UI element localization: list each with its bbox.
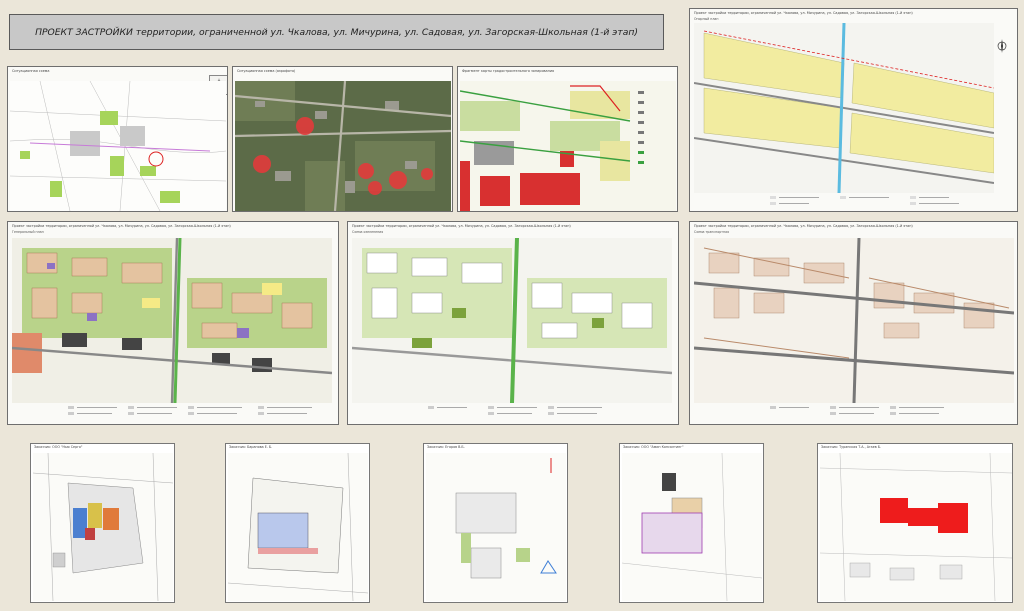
panel-basis: Проект застройки территории, ограниченно… bbox=[689, 8, 1018, 212]
panel-plan-roads: Проект застройки территории, ограниченно… bbox=[689, 221, 1018, 425]
panel-fragment: Фрагмент карты градостроительного зониро… bbox=[457, 66, 678, 212]
zoning-map bbox=[460, 81, 676, 211]
card-title: Заказчик: Туранская Т.А., Агаев Б. bbox=[821, 445, 882, 449]
greening-plan-map bbox=[352, 238, 672, 403]
card-title: Заказчик: Баранова Е. Б. bbox=[229, 445, 273, 449]
situational-map bbox=[10, 81, 226, 211]
site-plan-1 bbox=[33, 453, 173, 601]
compass-rose-icon bbox=[997, 39, 1007, 53]
site-plan-2 bbox=[228, 453, 368, 601]
panel-title: Проект застройки территории, ограниченно… bbox=[352, 224, 571, 228]
page-title: ПРОЕКТ ЗАСТРОЙКИ территории, ограниченно… bbox=[35, 26, 638, 38]
panel-situational: Ситуационная схема bbox=[7, 66, 228, 212]
panel-subtitle: Опорный план bbox=[694, 17, 719, 21]
panel-title: Проект застройки территории, ограниченно… bbox=[694, 224, 913, 228]
panel-plan-green: Проект застройки территории, ограниченно… bbox=[347, 221, 679, 425]
card-title: Заказчик: ООО "Амин Консалтинг" bbox=[623, 445, 684, 449]
plan-main-legend bbox=[68, 405, 328, 423]
card-5: Заказчик: Туранская Т.А., Агаев Б. bbox=[817, 443, 1013, 603]
basis-legend bbox=[770, 195, 990, 207]
panel-title: Проект застройки территории, ограниченно… bbox=[12, 224, 231, 228]
plan-green-legend bbox=[428, 405, 668, 423]
panel-subtitle: Схема транспортная bbox=[694, 230, 729, 234]
title-banner: ПРОЕКТ ЗАСТРОЙКИ территории, ограниченно… bbox=[9, 14, 664, 50]
card-1: Заказчик: ООО "Нью Серго" bbox=[30, 443, 175, 603]
card-4: Заказчик: ООО "Амин Консалтинг" bbox=[619, 443, 764, 603]
card-title: Заказчик: Егоров В.Б. bbox=[427, 445, 465, 449]
aerial-photo bbox=[235, 81, 451, 211]
panel-title: Проект застройки территории, ограниченно… bbox=[694, 11, 913, 15]
panel-subtitle: Генеральный план bbox=[12, 230, 44, 234]
site-plan-3 bbox=[426, 453, 566, 601]
card-2: Заказчик: Баранова Е. Б. bbox=[225, 443, 370, 603]
site-plan-4 bbox=[622, 453, 762, 601]
panel-title: Ситуационная схема (аэрофото) bbox=[237, 69, 296, 73]
panel-title: Фрагмент карты градостроительного зониро… bbox=[462, 69, 555, 73]
card-title: Заказчик: ООО "Нью Серго" bbox=[34, 445, 83, 449]
site-plan-5 bbox=[820, 453, 1012, 601]
panel-subtitle: Схема озеленения bbox=[352, 230, 384, 234]
plan-roads-legend bbox=[770, 405, 1010, 423]
general-plan-map bbox=[12, 238, 332, 403]
panel-aerial: Ситуационная схема (аэрофото) bbox=[232, 66, 453, 212]
panel-plan-main: Проект застройки территории, ограниченно… bbox=[7, 221, 339, 425]
card-3: Заказчик: Егоров В.Б. bbox=[423, 443, 568, 603]
basis-map bbox=[694, 23, 994, 193]
transport-plan-map bbox=[694, 238, 1014, 403]
panel-title: Ситуационная схема bbox=[12, 69, 50, 73]
